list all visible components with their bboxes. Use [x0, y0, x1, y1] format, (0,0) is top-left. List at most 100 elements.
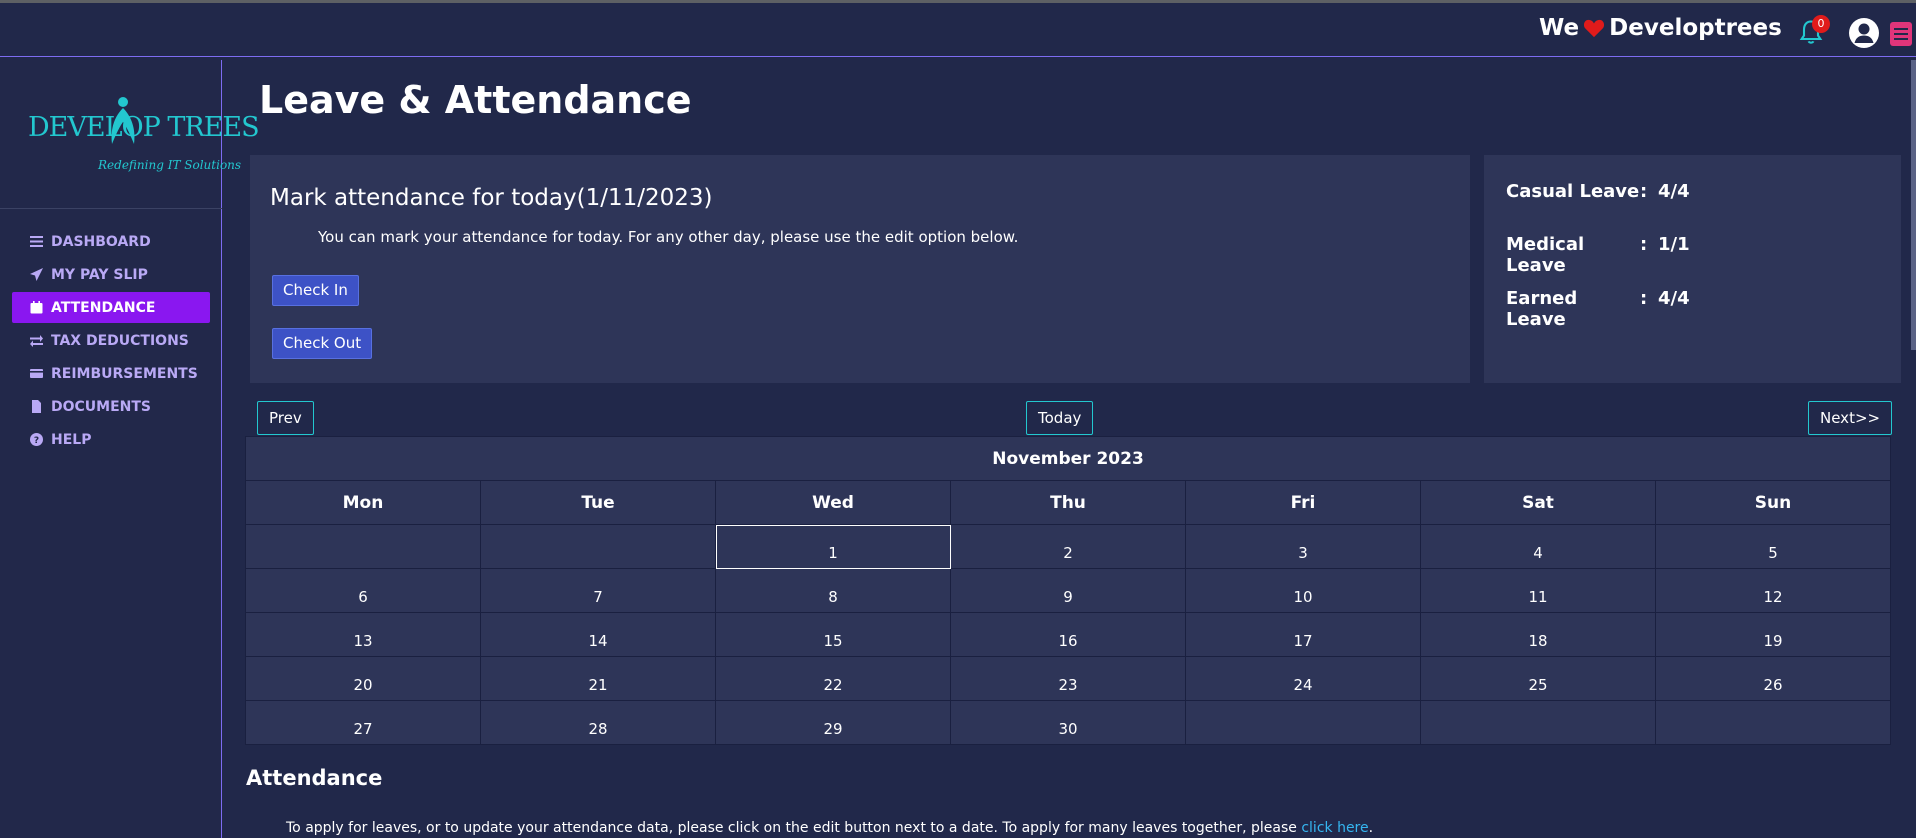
question-circle-icon: ?: [30, 433, 43, 446]
calendar-empty-cell: [245, 524, 481, 569]
page-scrollbar[interactable]: [1911, 60, 1916, 350]
calendar-day-cell[interactable]: 6: [245, 568, 481, 613]
file-icon: [32, 400, 41, 413]
calendar-day-cell[interactable]: 8: [715, 568, 951, 613]
weekday-header: Tue: [480, 480, 716, 525]
calendar-day-cell[interactable]: 14: [480, 612, 716, 657]
calendar-day-cell[interactable]: 13: [245, 612, 481, 657]
svg-text:?: ?: [34, 436, 39, 446]
calendar-day-cell[interactable]: 19: [1655, 612, 1891, 657]
calendar-day-cell[interactable]: 1: [715, 524, 951, 569]
calendar-day-cell[interactable]: 12: [1655, 568, 1891, 613]
weekday-header: Wed: [715, 480, 951, 525]
calendar-week-row: 27 28 29 30: [245, 700, 1891, 745]
calendar-day-cell[interactable]: 30: [950, 700, 1186, 745]
calendar-day-cell[interactable]: 25: [1420, 656, 1656, 701]
calendar-month-label: November 2023: [245, 436, 1891, 481]
calendar-day-cell[interactable]: 22: [715, 656, 951, 701]
sidebar-item-reimbursements[interactable]: REIMBURSEMENTS: [12, 358, 210, 389]
sidebar-item-tax-deductions[interactable]: TAX DEDUCTIONS: [12, 325, 210, 356]
leave-value: 4/4: [1658, 181, 1690, 202]
calendar-empty-cell: [480, 524, 716, 569]
calendar-day-cell[interactable]: 16: [950, 612, 1186, 657]
calendar-day-cell[interactable]: 20: [245, 656, 481, 701]
weekday-header: Fri: [1185, 480, 1421, 525]
sidebar-item-help[interactable]: ? HELP: [12, 424, 210, 455]
calendar-day-cell[interactable]: 4: [1420, 524, 1656, 569]
calendar-day-cell[interactable]: 18: [1420, 612, 1656, 657]
calendar-prev-button[interactable]: Prev: [257, 401, 314, 435]
calendar-day-cell[interactable]: 9: [950, 568, 1186, 613]
leave-name: Casual Leave: [1506, 181, 1640, 202]
calendar-week-row: 13 14 15 16 17 18 19: [245, 612, 1891, 657]
calendar-day-cell[interactable]: 28: [480, 700, 716, 745]
calendar-day-cell[interactable]: 29: [715, 700, 951, 745]
calendar-day-cell[interactable]: 5: [1655, 524, 1891, 569]
we-text: We: [1539, 15, 1580, 41]
calendar-today-button[interactable]: Today: [1026, 401, 1094, 435]
calendar-day-cell[interactable]: 11: [1420, 568, 1656, 613]
leave-balance-panel: Casual Leave : 4/4 Medical Leave : 1/1 E…: [1484, 155, 1901, 383]
calendar-day-cell[interactable]: 26: [1655, 656, 1891, 701]
mark-attendance-description: You can mark your attendance for today. …: [318, 228, 1019, 246]
calendar-day-cell[interactable]: 7: [480, 568, 716, 613]
leave-value: 4/4: [1658, 288, 1690, 309]
list-icon: [30, 236, 43, 247]
calendar-empty-cell: [1420, 700, 1656, 745]
company-logo[interactable]: DEVELOP TREES Redefining IT Solutions: [28, 96, 260, 186]
calendar-day-cell[interactable]: 10: [1185, 568, 1421, 613]
sidebar-item-label: MY PAY SLIP: [51, 266, 148, 283]
exchange-icon: [30, 335, 43, 347]
attendance-instructions-end: .: [1368, 820, 1374, 836]
brand-name: Developtrees: [1609, 15, 1782, 41]
sidebar-item-dashboard[interactable]: DASHBOARD: [12, 226, 210, 257]
calendar-day-cell[interactable]: 15: [715, 612, 951, 657]
check-out-button[interactable]: Check Out: [272, 328, 373, 359]
leave-separator: :: [1640, 288, 1648, 309]
logo-tagline: Redefining IT Solutions: [98, 158, 242, 172]
heart-icon: [1584, 19, 1605, 38]
sidebar-nav: DASHBOARD MY PAY SLIP ATTENDANCE TAX DED…: [12, 226, 210, 457]
calendar-week-row: 12345: [245, 524, 1891, 569]
calendar-day-cell[interactable]: 24: [1185, 656, 1421, 701]
leave-row-earned: Earned Leave : 4/4: [1506, 288, 1690, 330]
calendar-day-cell[interactable]: 21: [480, 656, 716, 701]
calendar-weekday-header: Mon Tue Wed Thu Fri Sat Sun: [245, 480, 1891, 525]
brand-banner: We Developtrees: [1539, 15, 1782, 41]
sidebar-item-label: DOCUMENTS: [51, 398, 152, 415]
logo-text: DEVELOP TREES: [28, 112, 260, 143]
hamburger-menu-icon[interactable]: [1890, 22, 1912, 46]
calendar-day-cell[interactable]: 3: [1185, 524, 1421, 569]
notification-badge: 0: [1812, 15, 1830, 33]
attendance-instructions-text: To apply for leaves, or to update your a…: [286, 820, 1297, 836]
attendance-section-title: Attendance: [246, 766, 383, 790]
calendar-day-cell[interactable]: 27: [245, 700, 481, 745]
weekday-header: Thu: [950, 480, 1186, 525]
sidebar-item-label: DASHBOARD: [51, 233, 151, 250]
user-avatar-icon[interactable]: [1848, 17, 1880, 49]
calendar-icon: [30, 301, 43, 314]
send-icon: [30, 268, 43, 281]
calendar-day-cell[interactable]: 2: [950, 524, 1186, 569]
mark-attendance-panel: Mark attendance for today(1/11/2023) You…: [250, 155, 1470, 383]
sidebar-item-label: TAX DEDUCTIONS: [51, 332, 189, 349]
sidebar-item-my-pay-slip[interactable]: MY PAY SLIP: [12, 259, 210, 290]
calendar-next-button[interactable]: Next>>: [1808, 401, 1893, 435]
sidebar-item-attendance[interactable]: ATTENDANCE: [12, 292, 210, 323]
calendar-day-cell[interactable]: 23: [950, 656, 1186, 701]
sidebar-item-label: REIMBURSEMENTS: [51, 365, 198, 382]
leave-separator: :: [1640, 234, 1648, 255]
check-in-button[interactable]: Check In: [272, 275, 359, 306]
leave-name: Medical Leave: [1506, 234, 1585, 276]
leave-name: Earned Leave: [1506, 288, 1578, 330]
leave-row-medical: Medical Leave : 1/1: [1506, 234, 1690, 276]
top-bar: We Developtrees 0: [0, 0, 1916, 57]
sidebar-divider: [0, 208, 222, 209]
sidebar-item-label: ATTENDANCE: [51, 299, 156, 316]
calendar-empty-cell: [1185, 700, 1421, 745]
click-here-link[interactable]: click here: [1301, 820, 1368, 836]
calendar-grid: November 2023 Mon Tue Wed Thu Fri Sat Su…: [245, 436, 1891, 745]
leave-row-casual: Casual Leave : 4/4: [1506, 181, 1690, 202]
calendar-day-cell[interactable]: 17: [1185, 612, 1421, 657]
sidebar-item-documents[interactable]: DOCUMENTS: [12, 391, 210, 422]
